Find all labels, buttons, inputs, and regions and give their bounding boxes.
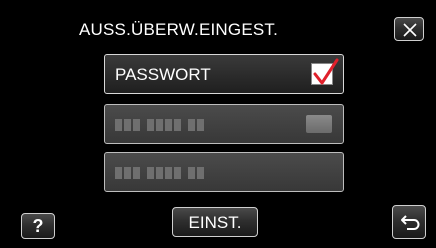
close-button[interactable] [394, 17, 424, 41]
back-button[interactable] [392, 205, 426, 239]
screen-title: AUSS.ÜBERW.EINGEST. [79, 20, 279, 39]
option-password[interactable]: PASSWORT [104, 54, 344, 94]
password-checkbox[interactable] [311, 58, 339, 85]
option-disabled-2[interactable] [104, 152, 344, 192]
return-arrow-icon [401, 215, 420, 230]
set-button-label: EINST. [188, 213, 242, 232]
option-password-label: PASSWORT [115, 65, 211, 84]
set-button[interactable]: EINST. [172, 207, 258, 237]
option-disabled-1[interactable] [104, 104, 344, 144]
toggle-indicator [306, 115, 332, 133]
obscured-label [115, 167, 204, 179]
obscured-label [115, 119, 204, 131]
help-button[interactable]: ? [21, 213, 55, 239]
check-mark-icon [313, 58, 339, 85]
close-icon [403, 23, 417, 37]
help-icon: ? [32, 216, 44, 236]
